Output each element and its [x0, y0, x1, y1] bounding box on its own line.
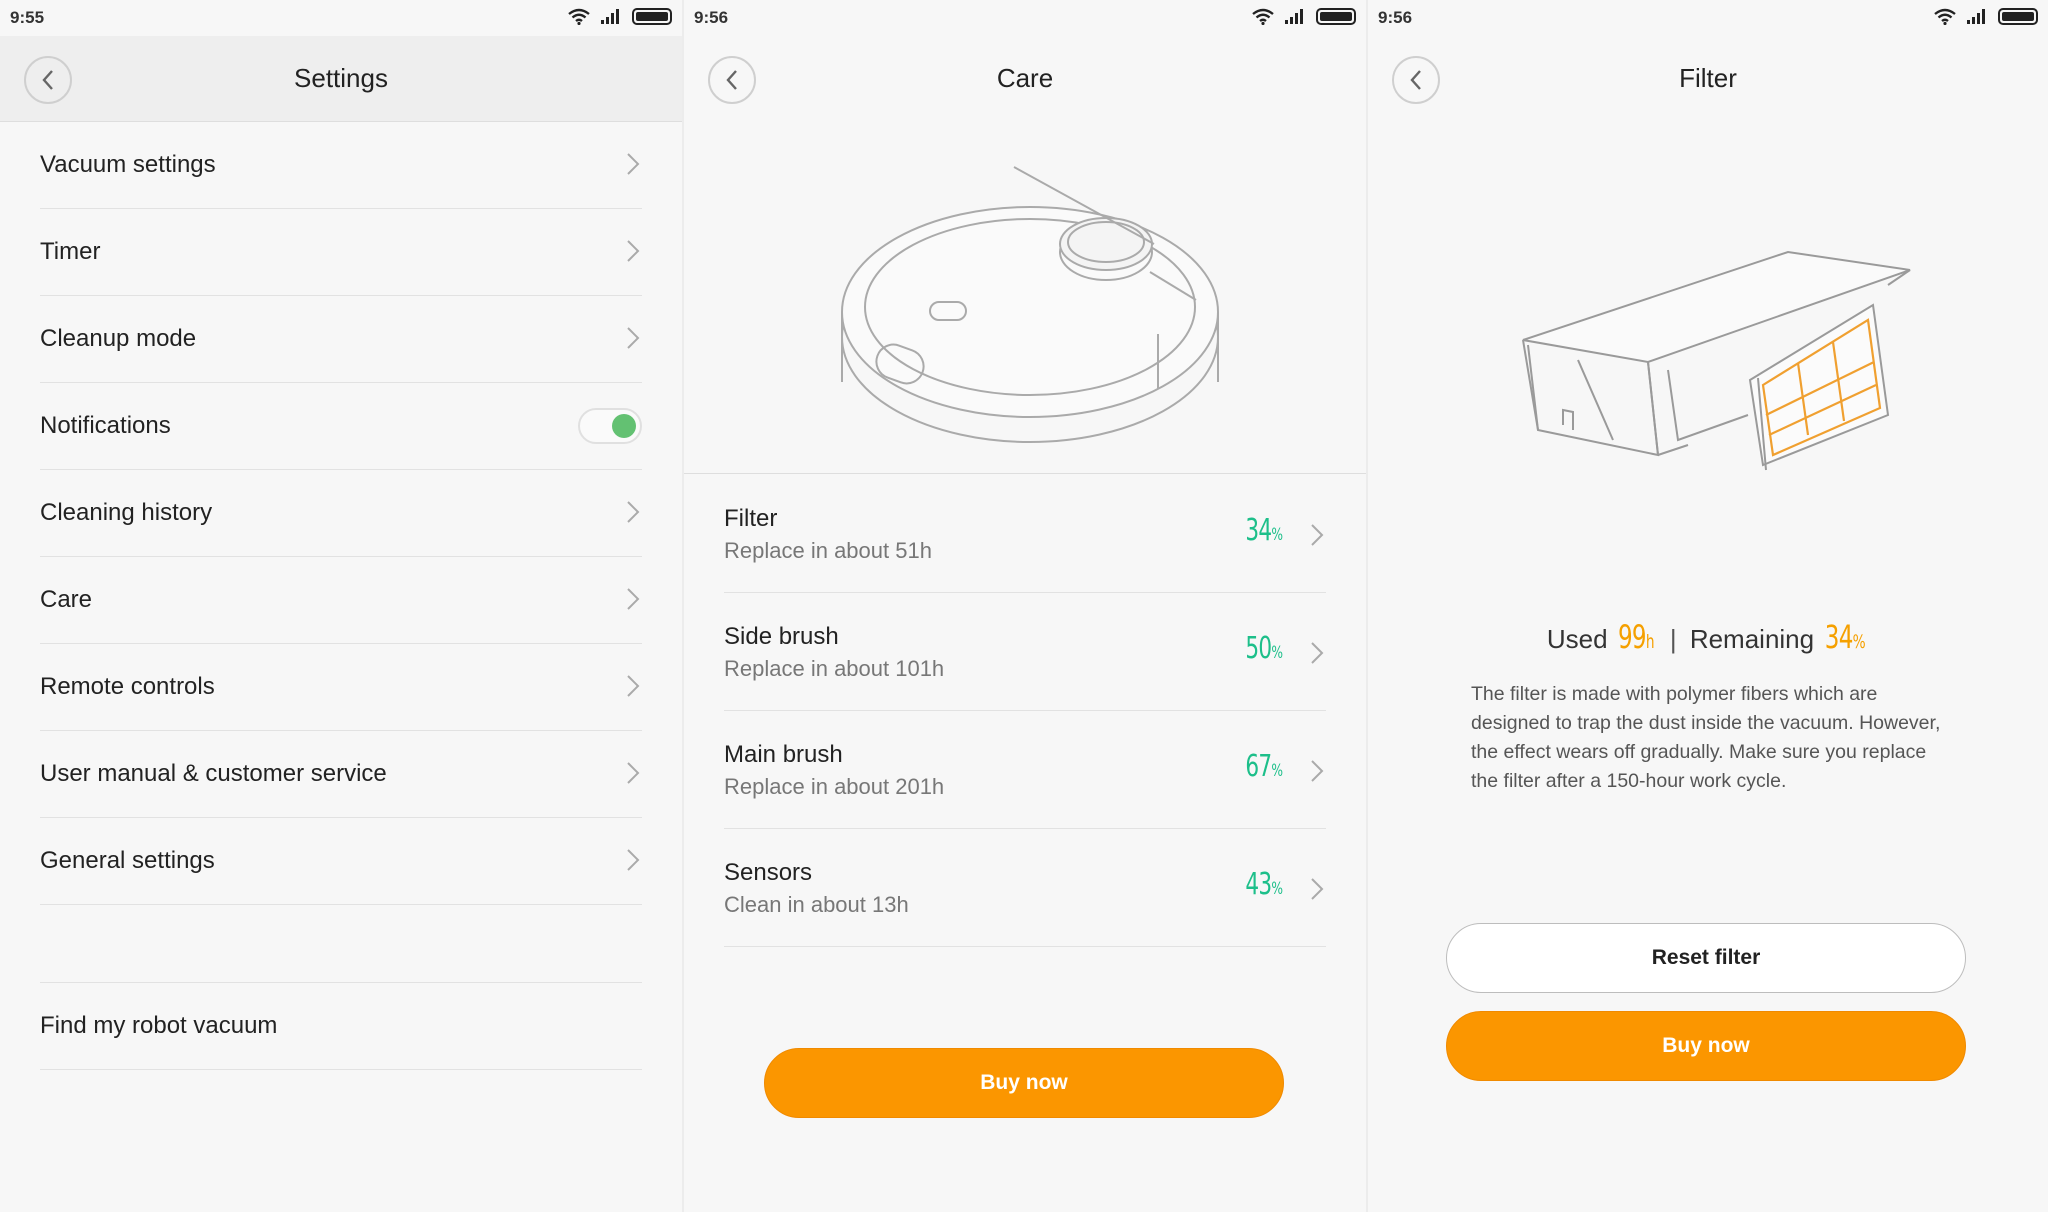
settings-item-notifications: Notifications	[40, 383, 642, 470]
stats-separator: |	[1669, 624, 1677, 654]
robot-vacuum-illustration	[684, 122, 1366, 474]
chevron-right-icon	[1311, 524, 1324, 546]
chevron-right-icon	[627, 501, 640, 523]
signal-icon	[601, 9, 619, 24]
filter-usage-stats: Used 99h | Remaining 34%	[1368, 618, 2048, 656]
care-item-name: Main brush	[724, 741, 843, 768]
settings-item-find-robot[interactable]: Find my robot vacuum	[40, 983, 642, 1070]
care-item-percent: 67%	[1245, 749, 1283, 784]
care-item-sensors[interactable]: Sensors Clean in about 13h 43%	[724, 829, 1326, 947]
header: Filter	[1368, 36, 2048, 122]
battery-icon	[1316, 8, 1356, 25]
settings-item-label: Remote controls	[40, 673, 215, 700]
buy-now-button[interactable]: Buy now	[764, 1048, 1284, 1118]
page-title: Settings	[294, 63, 388, 93]
care-item-filter[interactable]: Filter Replace in about 51h 34%	[724, 475, 1326, 593]
care-item-percent: 43%	[1245, 867, 1283, 902]
settings-item-label: User manual & customer service	[40, 760, 387, 787]
chevron-right-icon	[627, 762, 640, 784]
header: Care	[684, 36, 1366, 122]
page-title: Care	[996, 63, 1054, 93]
remaining-value: 34%	[1825, 618, 1866, 656]
header: Settings	[0, 36, 682, 122]
chevron-right-icon	[627, 588, 640, 610]
filter-description: The filter is made with polymer fibers w…	[1471, 683, 1941, 792]
settings-item-label: Vacuum settings	[40, 151, 216, 178]
care-item-name: Side brush	[724, 623, 839, 650]
settings-item-user-manual[interactable]: User manual & customer service	[40, 731, 642, 818]
robot-vacuum-image	[841, 166, 1219, 443]
chevron-right-icon	[1311, 878, 1324, 900]
chevron-right-icon	[627, 153, 640, 175]
settings-item-general-settings[interactable]: General settings	[40, 818, 642, 905]
filter-illustration	[1522, 250, 1911, 471]
reset-filter-button[interactable]: Reset filter	[1446, 923, 1966, 993]
care-item-percent: 34%	[1245, 513, 1283, 548]
care-item-name: Sensors	[724, 859, 813, 886]
filter-panel: 9:56 Filter Used 99h | Remaining 34% The…	[1368, 0, 2048, 1212]
settings-list: Vacuum settings Timer Cleanup mode Notif…	[40, 122, 642, 1070]
signal-icon	[1967, 9, 1985, 24]
settings-item-label: Notifications	[40, 412, 171, 439]
chevron-right-icon	[627, 240, 640, 262]
settings-item-care[interactable]: Care	[40, 557, 642, 644]
used-value: 99h	[1617, 618, 1655, 656]
settings-item-label: General settings	[40, 847, 215, 874]
settings-item-cleanup-mode[interactable]: Cleanup mode	[40, 296, 642, 383]
settings-item-label: Timer	[40, 238, 101, 265]
settings-item-label: Care	[40, 586, 93, 613]
wifi-icon	[1934, 8, 1956, 25]
status-bar: 9:56	[1368, 0, 2048, 36]
wifi-icon	[568, 8, 590, 25]
used-label: Used	[1546, 624, 1608, 654]
status-bar: 9:56	[684, 0, 1366, 36]
care-item-percent: 50%	[1245, 631, 1283, 666]
care-item-main-brush[interactable]: Main brush Replace in about 201h 67%	[724, 711, 1326, 829]
care-item-subtitle: Replace in about 51h	[724, 538, 932, 563]
buy-now-button[interactable]: Buy now	[1446, 1011, 1966, 1081]
chevron-right-icon	[1311, 760, 1324, 782]
signal-icon	[1285, 9, 1303, 24]
status-bar: 9:55	[0, 0, 682, 36]
toggle-knob	[612, 414, 636, 438]
status-time: 9:55	[10, 8, 45, 27]
settings-item-timer[interactable]: Timer	[40, 209, 642, 296]
wifi-icon	[1252, 8, 1274, 25]
status-time: 9:56	[1378, 8, 1413, 27]
settings-item-vacuum-settings[interactable]: Vacuum settings	[40, 122, 642, 209]
battery-icon	[1998, 8, 2038, 25]
care-list: Filter Replace in about 51h 34% Side bru…	[724, 475, 1326, 947]
status-time: 9:56	[694, 8, 729, 27]
care-item-name: Filter	[724, 505, 778, 532]
settings-item-label: Cleanup mode	[40, 325, 197, 352]
remaining-label: Remaining	[1689, 624, 1815, 654]
list-spacer	[40, 905, 642, 983]
settings-item-label: Find my robot vacuum	[40, 1012, 278, 1039]
page-title: Filter	[1679, 63, 1737, 93]
notifications-toggle[interactable]	[578, 408, 642, 444]
care-panel: 9:56 Care Filter Replace in about 51h 34…	[684, 0, 1366, 1212]
chevron-right-icon	[627, 849, 640, 871]
settings-panel: 9:55 Settings Vacuum settings Timer Clea…	[0, 0, 682, 1212]
battery-icon	[632, 8, 672, 25]
settings-item-cleaning-history[interactable]: Cleaning history	[40, 470, 642, 557]
care-item-side-brush[interactable]: Side brush Replace in about 101h 50%	[724, 593, 1326, 711]
care-item-subtitle: Replace in about 201h	[724, 774, 945, 799]
chevron-right-icon	[627, 675, 640, 697]
settings-item-label: Cleaning history	[40, 499, 213, 526]
settings-item-remote-controls[interactable]: Remote controls	[40, 644, 642, 731]
chevron-right-icon	[1311, 642, 1324, 664]
care-item-subtitle: Replace in about 101h	[724, 656, 945, 681]
chevron-right-icon	[627, 327, 640, 349]
care-item-subtitle: Clean in about 13h	[724, 892, 909, 917]
